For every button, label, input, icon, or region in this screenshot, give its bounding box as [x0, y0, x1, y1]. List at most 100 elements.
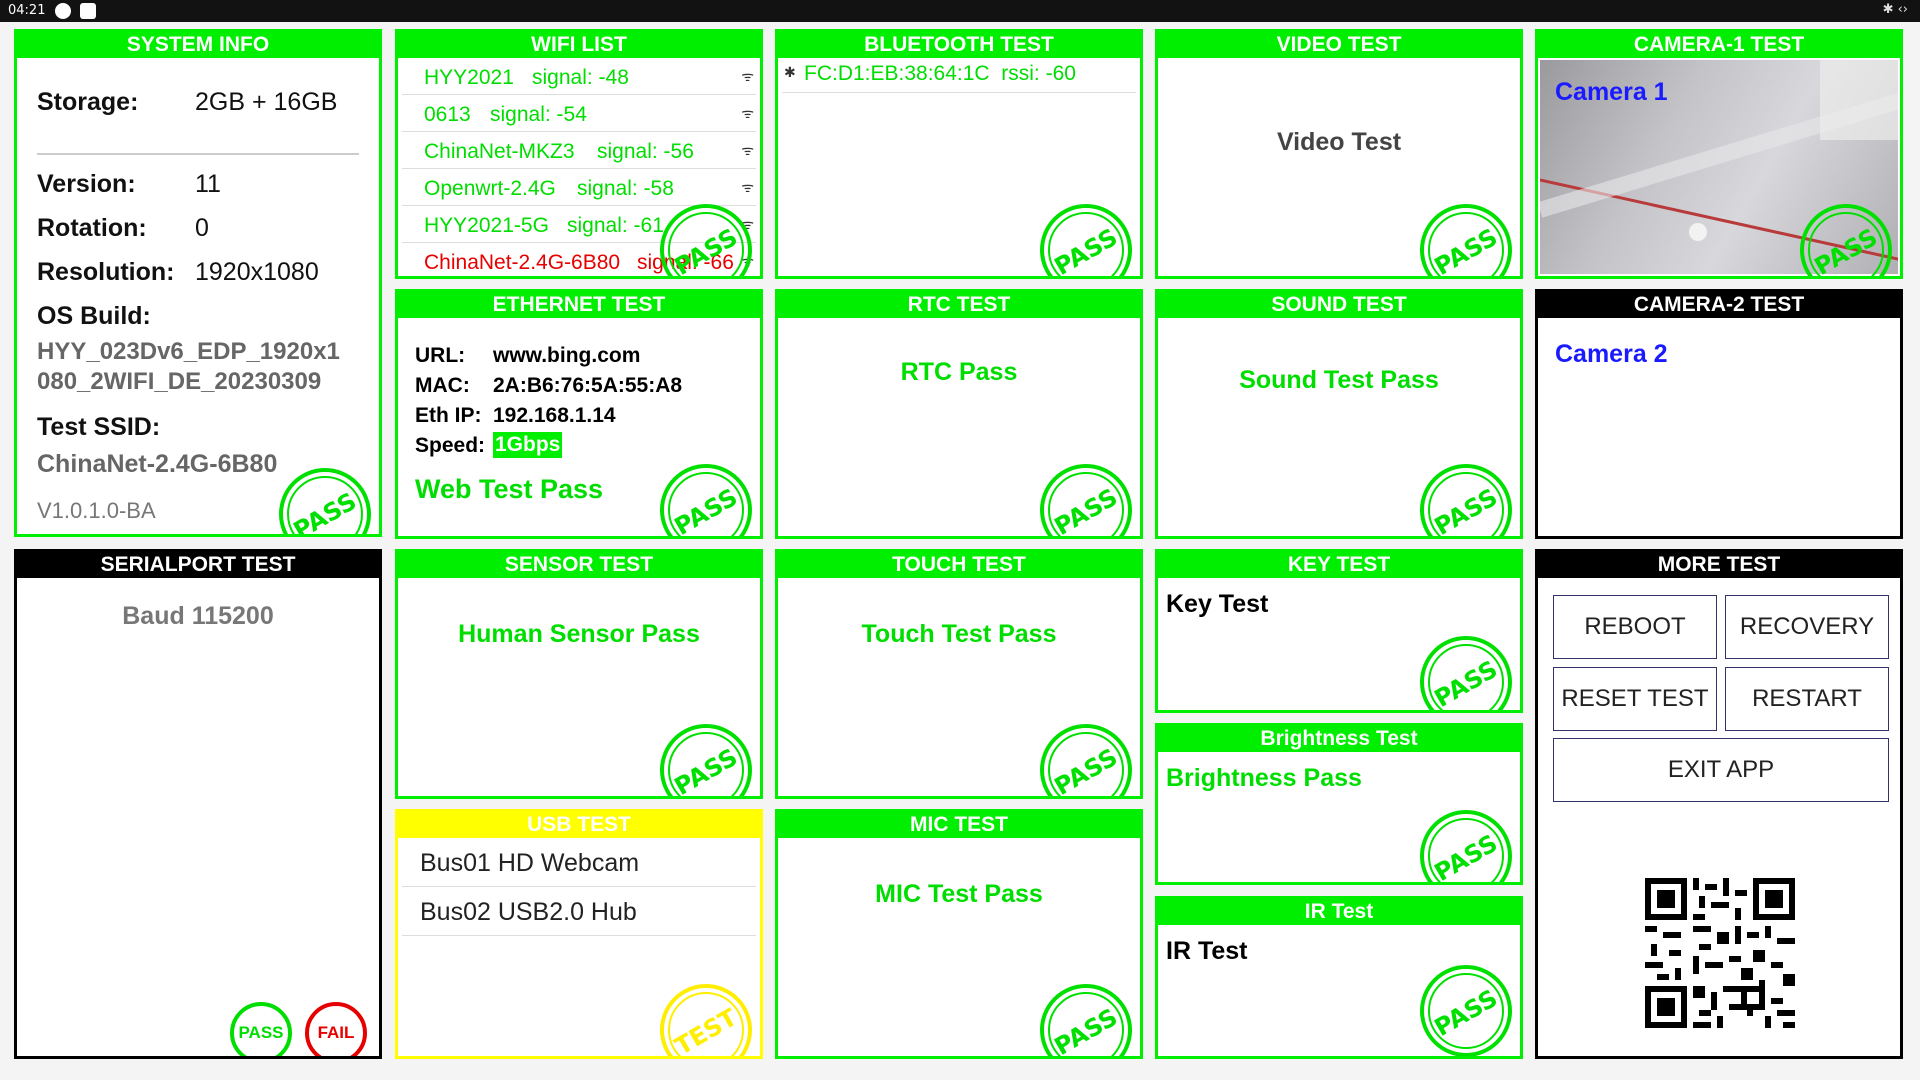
divider	[782, 92, 1136, 93]
wifi-list-panel: WIFI LIST HYY2021 signal: -48 ᯤ 0613 signal…	[395, 29, 763, 279]
bluetooth-icon: ✱	[784, 64, 796, 80]
panel-title: WIFI LIST	[398, 32, 760, 58]
panel-title: SYSTEM INFO	[17, 32, 379, 58]
panel-title: Brightness Test	[1158, 726, 1520, 752]
recovery-button[interactable]: RECOVERY	[1725, 595, 1889, 659]
version-label: Version:	[37, 170, 136, 198]
panel-title: KEY TEST	[1158, 552, 1520, 578]
reboot-button[interactable]: REBOOT	[1553, 595, 1717, 659]
exit-app-button[interactable]: EXIT APP	[1553, 738, 1889, 802]
url-value: www.bing.com	[493, 344, 641, 367]
video-test-panel: VIDEO TEST Video Test PASS	[1155, 29, 1523, 279]
notification-icon	[55, 3, 71, 19]
pass-stamp: PASS	[660, 724, 752, 796]
usb-test-panel: USB TEST Bus01 HD Webcam Bus02 USB2.0 Hu…	[395, 809, 763, 1059]
shield-icon	[80, 3, 96, 19]
rotation-label: Rotation:	[37, 214, 147, 242]
qr-code	[1645, 878, 1795, 1028]
camera-1-label: Camera 1	[1555, 78, 1668, 106]
pass-stamp: PASS	[1420, 464, 1512, 536]
web-test-result: Web Test Pass	[415, 474, 604, 504]
pass-button[interactable]: PASS	[230, 1002, 292, 1056]
wifi-name: HYY2021	[424, 66, 514, 89]
pass-stamp: PASS	[1040, 204, 1132, 276]
pass-stamp: PASS	[279, 468, 371, 534]
wifi-icon: ᯤ	[741, 68, 754, 84]
wifi-name: 0613	[424, 103, 471, 126]
speed-label: Speed:	[415, 434, 486, 457]
panel-title: CAMERA-1 TEST	[1538, 32, 1900, 58]
pass-stamp: PASS	[1420, 965, 1512, 1056]
panel-title: MIC TEST	[778, 812, 1140, 838]
pass-stamp: PASS	[1420, 636, 1512, 710]
panel-title: VIDEO TEST	[1158, 32, 1520, 58]
touch-result: Touch Test Pass	[861, 620, 1057, 648]
ssid-label: Test SSID:	[37, 413, 161, 441]
ip-value: 192.168.1.14	[493, 404, 616, 427]
brightness-test-panel: Brightness Test Brightness Pass PASS	[1155, 723, 1523, 885]
wifi-icon: ᯤ	[741, 179, 754, 195]
wifi-name: HYY2021-5G	[424, 214, 549, 237]
os-build-line-1: HYY_023Dv6_EDP_1920x1	[37, 338, 340, 365]
divider	[37, 153, 359, 155]
panel-title: SOUND TEST	[1158, 292, 1520, 318]
status-bar: 04:21 ✱ ‹›	[0, 0, 1920, 22]
key-test-text: Key Test	[1166, 590, 1269, 618]
wifi-item[interactable]: Openwrt-2.4G signal: -58 ᯤ	[402, 169, 756, 206]
app-version: V1.0.1.0-BA	[37, 498, 156, 523]
wifi-item[interactable]: 0613 signal: -54 ᯤ	[402, 95, 756, 132]
mac-label: MAC:	[415, 374, 470, 397]
sound-test-panel: SOUND TEST Sound Test Pass PASS	[1155, 289, 1523, 539]
wifi-item[interactable]: ChinaNet-MKZ3 signal: -56 ᯤ	[402, 132, 756, 169]
video-test-text: Video Test	[1276, 128, 1402, 156]
speed-value: 1Gbps	[493, 432, 563, 458]
wifi-icon: ᯤ	[741, 142, 754, 158]
panel-title: BLUETOOTH TEST	[778, 32, 1140, 58]
wifi-item[interactable]: HYY2021 signal: -48 ᯤ	[402, 58, 756, 95]
rtc-result: RTC Pass	[900, 358, 1018, 386]
sound-result: Sound Test Pass	[1239, 366, 1439, 394]
usb-device-name: Bus01 HD Webcam	[420, 849, 640, 877]
wifi-signal: signal: -61	[567, 214, 664, 237]
wifi-signal: signal: -54	[490, 103, 587, 126]
panel-title: SENSOR TEST	[398, 552, 760, 578]
wifi-signal: signal: -48	[532, 66, 629, 89]
restart-app-button[interactable]: RESTART APP	[1725, 667, 1889, 774]
usb-device-name: Bus02 USB2.0 Hub	[420, 898, 637, 926]
ip-label: Eth IP:	[415, 404, 482, 427]
mac-value: 2A:B6:76:5A:55:A8	[493, 374, 683, 397]
ssid-value: ChinaNet-2.4G-6B80	[37, 450, 278, 478]
camera-1-test-panel: CAMERA-1 TEST Camera 1 PASS	[1535, 29, 1903, 279]
rtc-test-panel: RTC TEST RTC Pass PASS	[775, 289, 1143, 539]
baud-rate: Baud 115200	[122, 602, 274, 630]
panel-title: ETHERNET TEST	[398, 292, 760, 318]
storage-label: Storage:	[37, 88, 139, 116]
wifi-name: Openwrt-2.4G	[424, 177, 556, 200]
ir-test-panel: IR Test IR Test PASS	[1155, 896, 1523, 1059]
pass-stamp: PASS	[1040, 464, 1132, 536]
wifi-signal: signal: -56	[597, 140, 694, 163]
brightness-result: Brightness Pass	[1166, 764, 1362, 792]
sensor-result: Human Sensor Pass	[458, 620, 700, 648]
bluetooth-device: FC:D1:EB:38:64:1C rssi: -60	[804, 62, 1076, 85]
status-icons: ✱ ‹›	[1882, 2, 1908, 17]
reset-test-button[interactable]: RESET TEST	[1553, 667, 1717, 731]
fail-button[interactable]: FAIL	[305, 1002, 367, 1056]
more-test-panel: MORE TEST REBOOT RECOVERY RESET TEST RES…	[1535, 549, 1903, 1059]
panel-title: SERIALPORT TEST	[17, 552, 379, 578]
clock: 04:21	[8, 3, 46, 18]
key-test-panel: KEY TEST Key Test PASS	[1155, 549, 1523, 713]
panel-title: USB TEST	[398, 812, 760, 838]
pass-stamp: PASS	[1040, 984, 1132, 1056]
ethernet-test-panel: ETHERNET TEST URL: www.bing.com MAC: 2A:…	[395, 289, 763, 539]
mic-result: MIC Test Pass	[875, 880, 1043, 908]
camera-2-test-panel: CAMERA-2 TEST Camera 2	[1535, 289, 1903, 539]
rotation-value: 0	[195, 214, 209, 242]
touch-test-panel: TOUCH TEST Touch Test Pass PASS	[775, 549, 1143, 799]
os-build-label: OS Build:	[37, 302, 151, 330]
camera-2-label: Camera 2	[1555, 340, 1668, 368]
bluetooth-test-panel: BLUETOOTH TEST ✱ FC:D1:EB:38:64:1C rssi:…	[775, 29, 1143, 279]
os-build-line-2: 080_2WIFI_DE_20230309	[37, 368, 322, 395]
sensor-test-panel: SENSOR TEST Human Sensor Pass PASS	[395, 549, 763, 799]
wifi-icon: ᯤ	[741, 105, 754, 121]
